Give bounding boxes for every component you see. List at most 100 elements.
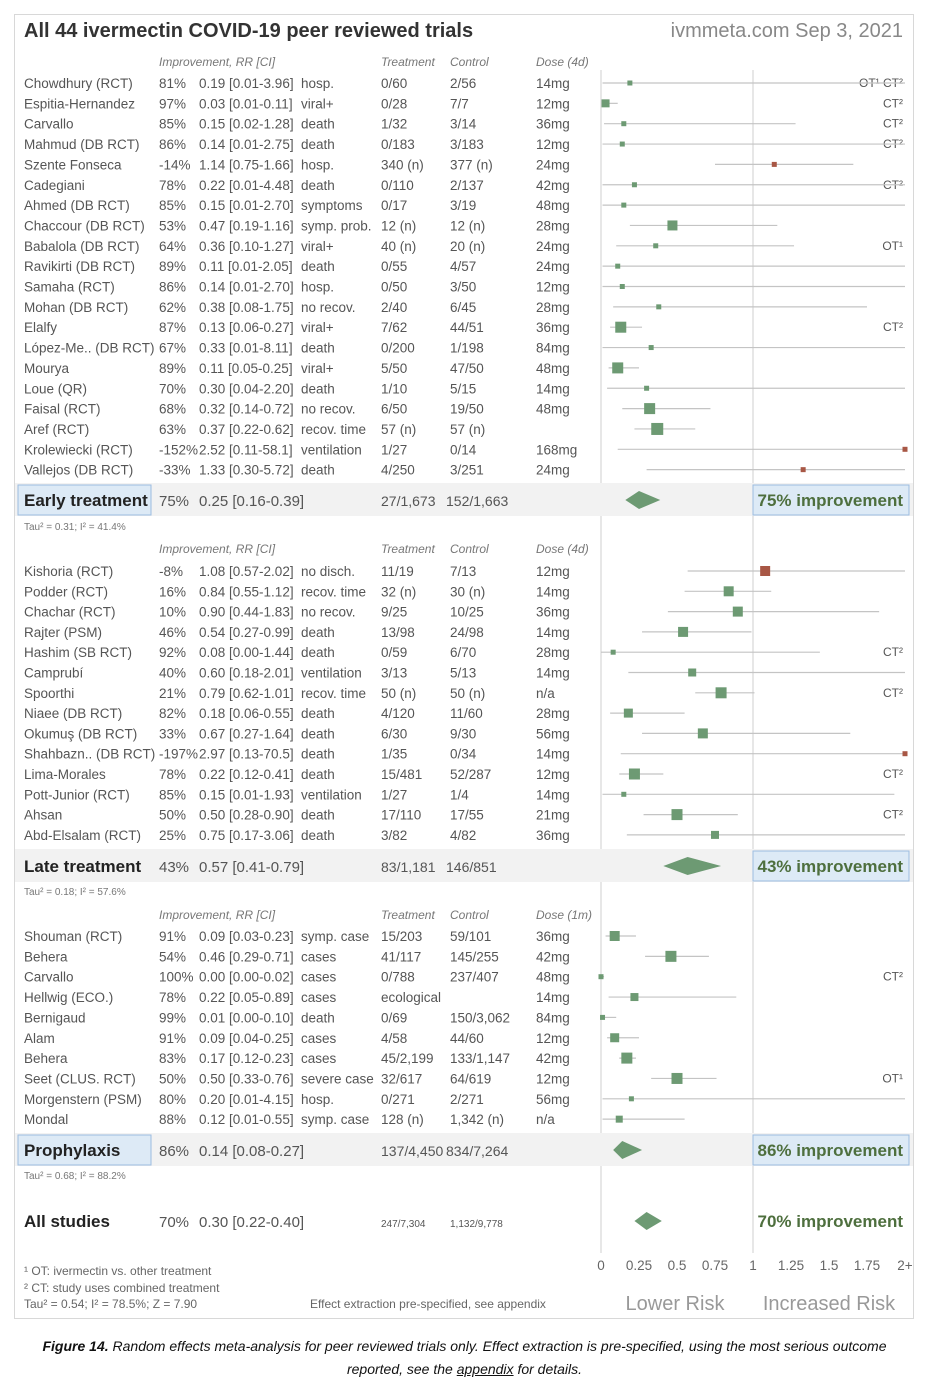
footnote-ot: ¹ OT: ivermectin vs. other treatment xyxy=(24,1264,212,1278)
study-dose: 12mg xyxy=(536,1031,570,1046)
study-effect-marker xyxy=(651,422,664,435)
study-control: 1/4 xyxy=(450,787,469,802)
study-treatment: 4/250 xyxy=(381,463,415,478)
study-effect-marker xyxy=(610,649,616,655)
study-name: Chachar (RCT) xyxy=(24,605,116,620)
study-effect-marker xyxy=(715,687,727,699)
study-effect-marker xyxy=(631,182,637,188)
axis-tick-label: 0.25 xyxy=(626,1258,652,1273)
study-control: 2/137 xyxy=(450,178,484,193)
study-notes: CT² xyxy=(883,767,903,781)
study-dose: 42mg xyxy=(536,949,570,964)
study-name: Camprubí xyxy=(24,666,84,681)
study-treatment: 1/27 xyxy=(381,442,407,457)
study-improvement-pct: 40% xyxy=(159,666,186,681)
study-dose: 24mg xyxy=(536,157,570,172)
study-name: Rajter (PSM) xyxy=(24,625,102,640)
study-dose: n/a xyxy=(536,1112,555,1127)
study-dose: 56mg xyxy=(536,1092,570,1107)
study-outcome: recov. time xyxy=(301,422,366,437)
study-effect-marker xyxy=(671,1072,683,1084)
summary-control: 1,132/9,778 xyxy=(450,1219,503,1230)
study-outcome: death xyxy=(301,381,335,396)
forest-plot-figure: All 44 ivermectin COVID-19 peer reviewed… xyxy=(14,14,914,1319)
study-name: Ahmed (DB RCT) xyxy=(24,198,130,213)
study-effect-marker xyxy=(609,931,620,941)
study-improvement-pct: 89% xyxy=(159,259,186,274)
study-name: Niaee (DB RCT) xyxy=(24,706,122,721)
study-improvement-pct: 62% xyxy=(159,300,186,315)
summary-improvement-pct: 75% xyxy=(159,493,189,510)
study-improvement-pct: 99% xyxy=(159,1010,186,1025)
study-name: Okumuş (DB RCT) xyxy=(24,726,137,741)
study-effect-marker xyxy=(697,728,708,739)
study-name: Cadegiani xyxy=(24,178,85,193)
study-name: Elalfy xyxy=(24,320,57,335)
study-outcome: cases xyxy=(301,990,337,1005)
axis-tick-label: 0 xyxy=(597,1258,605,1273)
study-control: 3/19 xyxy=(450,198,476,213)
study-name: Hellwig (ECO.) xyxy=(24,990,113,1005)
study-rr: 0.08 [0.00-1.44] xyxy=(199,645,294,660)
study-treatment: 340 (n) xyxy=(381,157,424,172)
study-treatment: 40 (n) xyxy=(381,239,416,254)
study-control: 2/56 xyxy=(450,76,476,91)
study-treatment: 4/120 xyxy=(381,706,415,721)
study-control: 44/51 xyxy=(450,320,484,335)
study-rr: 0.20 [0.01-4.15] xyxy=(199,1092,294,1107)
study-outcome: hosp. xyxy=(301,280,334,295)
summary-improvement-pct: 43% xyxy=(159,859,189,876)
study-control: 11/60 xyxy=(450,706,483,721)
study-control: 377 (n) xyxy=(450,157,493,172)
study-outcome: ventilation xyxy=(301,442,362,457)
column-header-improvement: Improvement, RR [CI] xyxy=(159,908,276,922)
chart-title: All 44 ivermectin COVID-19 peer reviewed… xyxy=(24,20,473,42)
study-improvement-pct: 86% xyxy=(159,137,186,152)
study-improvement-pct: 78% xyxy=(159,178,186,193)
study-control: 237/407 xyxy=(450,970,499,985)
study-treatment: 1/10 xyxy=(381,381,407,396)
study-control: 3/251 xyxy=(450,463,484,478)
study-control: 59/101 xyxy=(450,929,491,944)
study-treatment: 7/62 xyxy=(381,320,407,335)
study-rr: 0.00 [0.00-0.02] xyxy=(199,970,294,985)
group-summary-label: Late treatment xyxy=(24,857,141,876)
study-effect-marker xyxy=(902,751,908,757)
study-effect-marker xyxy=(656,304,662,310)
study-name: Samaha (RCT) xyxy=(24,280,115,295)
study-improvement-pct: -33% xyxy=(159,463,191,478)
study-outcome: death xyxy=(301,137,335,152)
study-control: 6/45 xyxy=(450,300,476,315)
study-dose: 84mg xyxy=(536,341,570,356)
study-name: Spoorthi xyxy=(24,686,74,701)
study-effect-marker xyxy=(667,220,678,231)
study-control: 2/271 xyxy=(450,1092,484,1107)
study-dose: 28mg xyxy=(536,706,570,721)
study-rr: 0.09 [0.04-0.25] xyxy=(199,1031,294,1046)
study-treatment: 9/25 xyxy=(381,605,407,620)
study-name: Espitia-Hernandez xyxy=(24,96,135,111)
study-name: Alam xyxy=(24,1031,55,1046)
column-header-control: Control xyxy=(450,542,489,556)
study-name: Carvallo xyxy=(24,117,74,132)
summary-improvement-label: 75% improvement xyxy=(758,491,904,510)
study-improvement-pct: 81% xyxy=(159,76,186,91)
study-name: Behera xyxy=(24,949,68,964)
study-outcome: no recov. xyxy=(301,605,356,620)
study-notes: CT² xyxy=(883,645,903,659)
study-rr: 0.11 [0.01-2.05] xyxy=(199,259,293,274)
study-name: Kishoria (RCT) xyxy=(24,564,113,579)
study-improvement-pct: 80% xyxy=(159,1092,186,1107)
summary-improvement-label: 86% improvement xyxy=(758,1141,904,1160)
study-outcome: hosp. xyxy=(301,157,334,172)
axis-tick-label: 0.75 xyxy=(702,1258,728,1273)
appendix-link[interactable]: appendix xyxy=(457,1361,514,1377)
study-dose: 12mg xyxy=(536,280,570,295)
study-outcome: viral+ xyxy=(301,96,334,111)
study-effect-marker xyxy=(902,446,908,452)
summary-diamond xyxy=(634,1212,662,1230)
study-effect-marker xyxy=(621,121,627,127)
study-improvement-pct: 85% xyxy=(159,787,186,802)
study-improvement-pct: 91% xyxy=(159,929,186,944)
study-effect-marker xyxy=(711,830,719,839)
